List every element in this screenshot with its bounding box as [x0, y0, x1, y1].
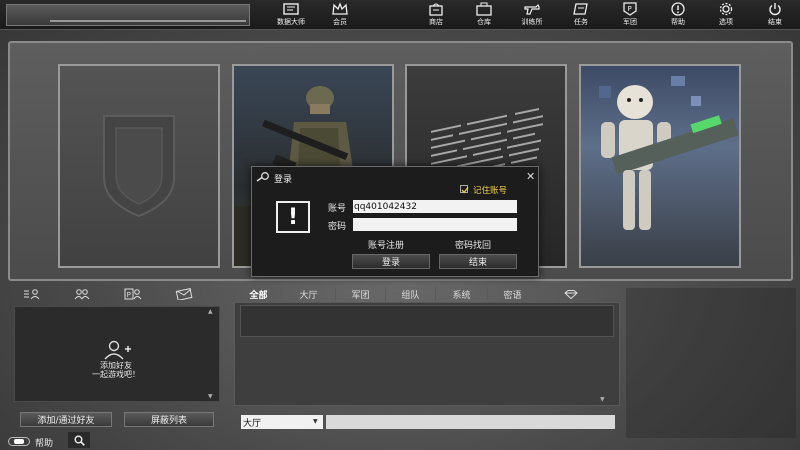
nav-mission[interactable]: 任务 — [561, 2, 601, 29]
room-info-panel — [626, 288, 796, 438]
clan-icon: P — [622, 2, 638, 16]
chat-scroll-down-icon[interactable]: ▼ — [600, 396, 605, 403]
nav-options-label: 选项 — [719, 18, 733, 26]
nav-shop-label: 商店 — [429, 18, 443, 26]
chat-channel-select[interactable]: 大厅 — [241, 415, 323, 429]
account-label: 账号 — [328, 204, 347, 214]
password-input[interactable] — [353, 218, 517, 231]
exit-button[interactable]: 结束 — [439, 254, 517, 269]
nav-vip[interactable]: 会员 — [320, 2, 360, 29]
add-friend-button[interactable]: 添加/通过好友 — [20, 412, 112, 427]
mission-icon — [573, 2, 589, 16]
checkmark-icon — [461, 186, 469, 194]
nav-exit[interactable]: 结束 — [755, 2, 795, 29]
steam-logo-icon — [256, 172, 269, 182]
nav-training-label: 训练所 — [521, 18, 543, 26]
training-icon — [524, 2, 540, 16]
nav-help[interactable]: 帮助 — [658, 2, 698, 29]
svg-text:P: P — [628, 5, 632, 13]
remember-account-label: 记住账号 — [473, 186, 508, 196]
nav-help-label: 帮助 — [671, 18, 685, 26]
nav-exit-label: 结束 — [768, 18, 782, 26]
help-icon — [670, 2, 686, 16]
nav-data-master-label: 数据大师 — [277, 18, 305, 26]
tab-chat-diamond[interactable] — [538, 287, 604, 301]
chevron-down-icon[interactable]: ▼ — [313, 418, 318, 425]
block-list-button[interactable]: 屏蔽列表 — [124, 412, 214, 427]
chat-input[interactable] — [326, 415, 615, 429]
chat-message-area — [240, 305, 614, 337]
shield-emblem-icon — [103, 115, 175, 218]
mail-icon — [175, 288, 193, 300]
search-icon — [74, 435, 85, 446]
group-icon — [74, 289, 90, 300]
player-info-box — [6, 4, 250, 26]
search-button[interactable] — [68, 432, 90, 448]
nav-data-master[interactable]: 数据大师 — [271, 2, 311, 29]
password-label: 密码 — [328, 222, 347, 232]
help-toggle-knob — [14, 439, 24, 444]
crown-icon — [332, 2, 348, 16]
nav-shop[interactable]: 商店 — [416, 2, 456, 29]
close-icon[interactable]: ✕ — [526, 170, 535, 183]
nav-training[interactable]: 训练所 — [512, 2, 552, 29]
tab-chat-clan[interactable]: 军团 — [336, 287, 386, 301]
tab-chat-party[interactable]: 组队 — [386, 287, 436, 301]
tab-chat-system[interactable]: 系统 — [436, 287, 488, 301]
account-input[interactable] — [353, 200, 517, 213]
nav-clan[interactable]: P 军团 — [610, 2, 650, 29]
tab-messages[interactable] — [164, 286, 204, 302]
tab-friends-list[interactable] — [12, 286, 52, 302]
robot-portrait-icon — [599, 76, 739, 230]
clan-members-icon: P — [124, 288, 142, 300]
login-button[interactable]: 登录 — [352, 254, 430, 269]
nav-vip-label: 会员 — [333, 18, 347, 26]
nav-options[interactable]: 选项 — [706, 2, 746, 29]
scroll-up-icon[interactable]: ▲ — [208, 308, 213, 315]
tab-clan-members[interactable]: P — [113, 286, 153, 302]
help-label: 帮助 — [35, 439, 54, 449]
player-info-underline — [50, 20, 246, 22]
empty-friends-hint-2: 一起游戏吧！ — [92, 370, 140, 379]
svg-text:P: P — [127, 291, 131, 299]
tab-chat-all[interactable]: 全部 — [236, 287, 282, 301]
gear-icon — [718, 2, 734, 16]
nav-storage[interactable]: 仓库 — [464, 2, 504, 29]
diamond-icon — [564, 289, 578, 299]
warning-icon: ! — [276, 201, 310, 233]
remember-account-checkbox[interactable] — [460, 185, 469, 194]
character-slot-robot[interactable] — [579, 64, 741, 268]
shop-icon — [428, 2, 444, 16]
nav-clan-label: 军团 — [623, 18, 637, 26]
login-title: 登录 — [274, 175, 293, 185]
add-friend-icon — [104, 340, 131, 360]
friend-list-icon — [24, 289, 40, 300]
tab-group[interactable] — [62, 286, 102, 302]
login-dialog: 登录 ✕ 记住账号 ! 账号 密码 账号注册 密码找回 登录 结束 — [251, 166, 539, 277]
character-slot-empty[interactable] — [58, 64, 220, 268]
tab-chat-lobby[interactable]: 大厅 — [282, 287, 336, 301]
tab-chat-whisper[interactable]: 密语 — [488, 287, 538, 301]
data-master-icon — [283, 2, 299, 16]
register-account-link[interactable]: 账号注册 — [368, 238, 404, 251]
recover-password-link[interactable]: 密码找回 — [455, 238, 491, 251]
nav-mission-label: 任务 — [574, 18, 588, 26]
scroll-down-icon[interactable]: ▼ — [208, 393, 213, 400]
power-icon — [767, 2, 783, 16]
nav-storage-label: 仓库 — [477, 18, 491, 26]
storage-icon — [476, 2, 492, 16]
